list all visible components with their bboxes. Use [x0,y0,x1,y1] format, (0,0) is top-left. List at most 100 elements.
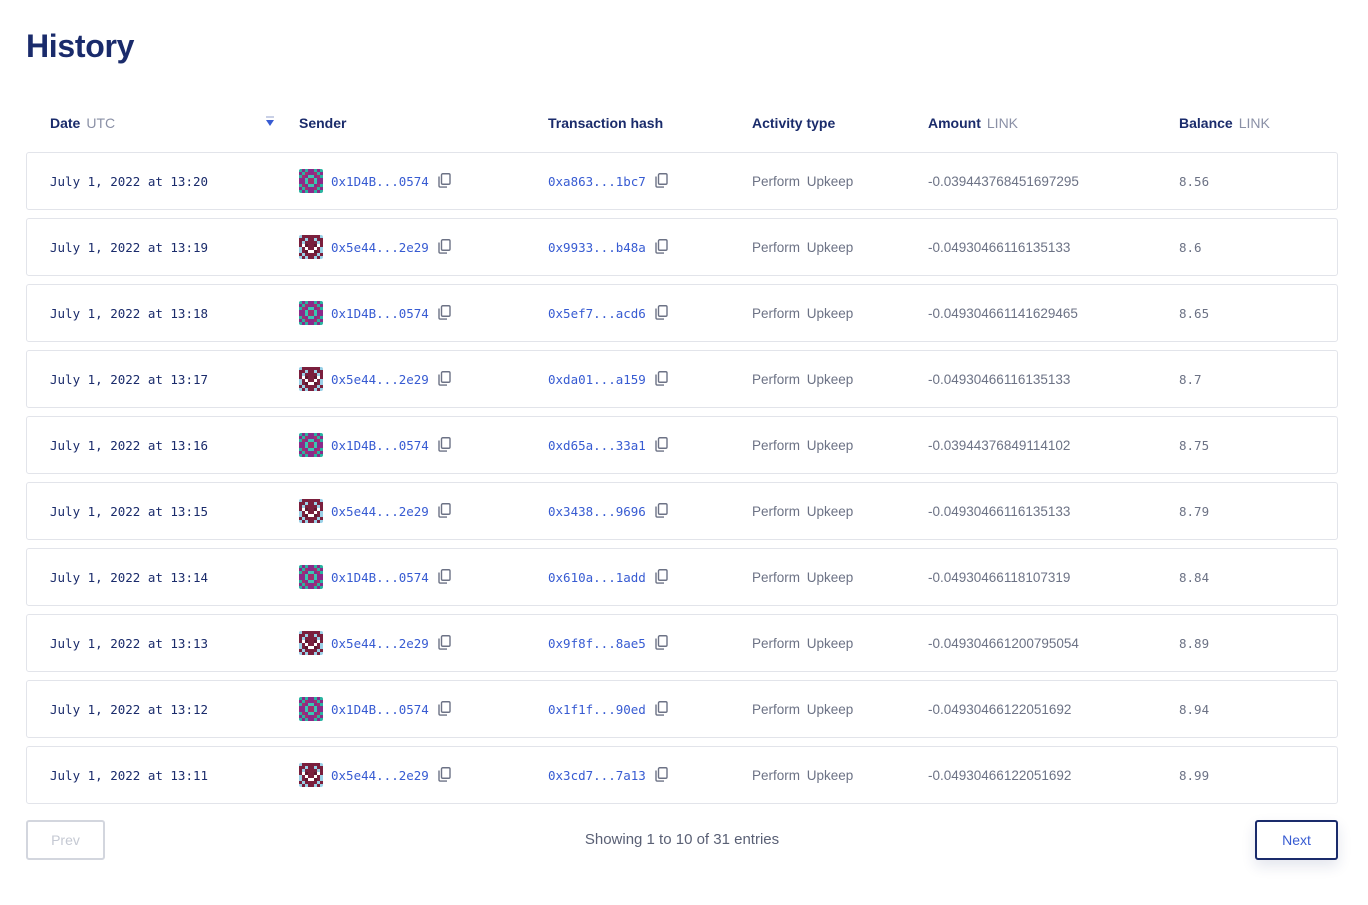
row-balance: 8.75 [1179,437,1210,453]
sender-address-link[interactable]: 0x5e44...2e29 [331,636,429,651]
history-table-body: July 1, 2022 at 13:20 0x1D4B...0574 0xa863… [26,152,1338,812]
identicon-avatar-icon [299,433,323,457]
copy-icon[interactable] [655,371,669,387]
row-sender: 0x5e44...2e29 [299,351,452,407]
copy-icon[interactable] [655,239,669,255]
copy-icon[interactable] [438,173,452,189]
row-balance: 8.7 [1179,371,1202,387]
pagination-status: Showing 1 to 10 of 31 entries [584,831,780,848]
row-amount: -0.04930466118107319 [928,569,1071,585]
copy-icon[interactable] [438,635,452,651]
transaction-hash-link[interactable]: 0x9933...b48a [548,240,646,255]
sort-desc-icon[interactable] [266,116,274,126]
transaction-hash-link[interactable]: 0xda01...a159 [548,372,646,387]
identicon-avatar-icon [299,169,323,193]
table-row: July 1, 2022 at 13:13 0x5e44...2e29 0x9f8f… [26,614,1338,672]
copy-icon[interactable] [438,767,452,783]
copy-icon[interactable] [438,569,452,585]
sender-address-link[interactable]: 0x5e44...2e29 [331,372,429,387]
row-activity-type: Perform Upkeep [752,701,854,717]
row-hash: 0xda01...a159 [548,351,669,407]
transaction-hash-link[interactable]: 0xa863...1bc7 [548,174,646,189]
row-hash: 0x1f1f...90ed [548,681,669,737]
next-button[interactable]: Next [1255,820,1338,860]
table-row: July 1, 2022 at 13:14 0x1D4B...0574 0x610a… [26,548,1338,606]
transaction-hash-link[interactable]: 0x3438...9696 [548,504,646,519]
sender-address-link[interactable]: 0x1D4B...0574 [331,702,429,717]
copy-icon[interactable] [438,305,452,321]
identicon-avatar-icon [299,301,323,325]
row-date: July 1, 2022 at 13:12 [50,701,209,717]
header-date[interactable]: Date UTC [50,115,115,131]
row-sender: 0x1D4B...0574 [299,153,452,209]
transaction-hash-link[interactable]: 0xd65a...33a1 [548,438,646,453]
row-balance: 8.6 [1179,239,1202,255]
copy-icon[interactable] [655,701,669,717]
row-balance: 8.56 [1179,173,1210,189]
row-amount: -0.039443768451697295 [928,173,1079,189]
identicon-avatar-icon [299,235,323,259]
row-date: July 1, 2022 at 13:11 [50,767,209,783]
page-title: History [26,28,135,64]
copy-icon[interactable] [655,635,669,651]
header-balance: Balance LINK [1179,115,1270,131]
header-amount: Amount LINK [928,115,1018,131]
copy-icon[interactable] [438,503,452,519]
table-header: Date UTC Sender Transaction hash Activity… [26,112,1338,136]
sender-address-link[interactable]: 0x1D4B...0574 [331,570,429,585]
copy-icon[interactable] [438,371,452,387]
row-sender: 0x1D4B...0574 [299,285,452,341]
table-row: July 1, 2022 at 13:12 0x1D4B...0574 0x1f1f… [26,680,1338,738]
copy-icon[interactable] [655,767,669,783]
row-amount: -0.03944376849114102 [928,437,1071,453]
row-activity-type: Perform Upkeep [752,503,854,519]
row-date: July 1, 2022 at 13:20 [50,173,209,189]
copy-icon[interactable] [655,305,669,321]
header-hash: Transaction hash [548,115,663,131]
copy-icon[interactable] [655,173,669,189]
row-balance: 8.99 [1179,767,1210,783]
transaction-hash-link[interactable]: 0x1f1f...90ed [548,702,646,717]
copy-icon[interactable] [438,437,452,453]
row-sender: 0x5e44...2e29 [299,483,452,539]
row-amount: -0.04930466116135133 [928,371,1071,387]
row-activity-type: Perform Upkeep [752,569,854,585]
copy-icon[interactable] [655,569,669,585]
header-date-unit: UTC [86,115,116,131]
sender-address-link[interactable]: 0x1D4B...0574 [331,174,429,189]
row-amount: -0.04930466122051692 [928,767,1072,783]
header-hash-label: Transaction hash [548,115,664,131]
row-amount: -0.049304661200795054 [928,635,1079,651]
copy-icon[interactable] [438,701,452,717]
table-row: July 1, 2022 at 13:15 0x5e44...2e29 0x3438… [26,482,1338,540]
row-activity-type: Perform Upkeep [752,437,854,453]
row-hash: 0x3cd7...7a13 [548,747,669,803]
sender-address-link[interactable]: 0x5e44...2e29 [331,504,429,519]
header-amount-unit: LINK [986,115,1019,131]
transaction-hash-link[interactable]: 0x610a...1add [548,570,646,585]
row-hash: 0x5ef7...acd6 [548,285,669,341]
sender-address-link[interactable]: 0x1D4B...0574 [331,438,429,453]
row-amount: -0.04930466116135133 [928,503,1071,519]
transaction-hash-link[interactable]: 0x5ef7...acd6 [548,306,646,321]
copy-icon[interactable] [655,503,669,519]
row-activity-type: Perform Upkeep [752,767,854,783]
transaction-hash-link[interactable]: 0x9f8f...8ae5 [548,636,646,651]
sender-address-link[interactable]: 0x5e44...2e29 [331,768,429,783]
row-activity-type: Perform Upkeep [752,305,854,321]
copy-icon[interactable] [655,437,669,453]
sender-address-link[interactable]: 0x1D4B...0574 [331,306,429,321]
row-balance: 8.79 [1179,503,1210,519]
row-amount: -0.049304661141629465 [928,305,1078,321]
copy-icon[interactable] [438,239,452,255]
row-hash: 0x9f8f...8ae5 [548,615,669,671]
sender-address-link[interactable]: 0x5e44...2e29 [331,240,429,255]
identicon-avatar-icon [299,631,323,655]
pagination: Prev Showing 1 to 10 of 31 entries Next [26,820,1338,860]
table-row: July 1, 2022 at 13:19 0x5e44...2e29 0x9933… [26,218,1338,276]
row-balance: 8.65 [1179,305,1210,321]
transaction-hash-link[interactable]: 0x3cd7...7a13 [548,768,646,783]
identicon-avatar-icon [299,565,323,589]
row-date: July 1, 2022 at 13:17 [50,371,209,387]
row-hash: 0xd65a...33a1 [548,417,669,473]
